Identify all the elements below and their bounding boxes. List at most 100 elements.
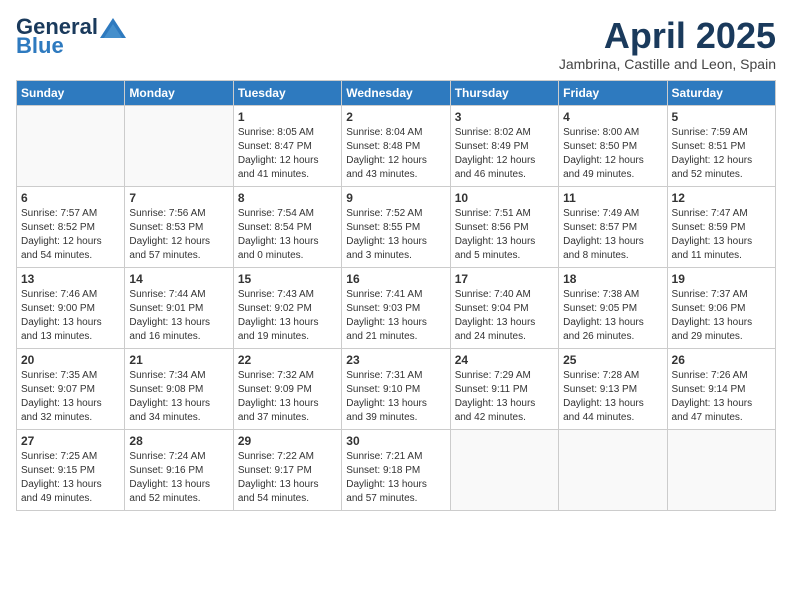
day-number: 17 bbox=[455, 272, 554, 286]
calendar-cell: 25 Sunrise: 7:28 AM Sunset: 9:13 PM Dayli… bbox=[559, 348, 667, 429]
location-subtitle: Jambrina, Castille and Leon, Spain bbox=[559, 56, 776, 72]
day-info: Sunrise: 7:32 AM Sunset: 9:09 PM Dayligh… bbox=[238, 369, 337, 425]
calendar-cell: 21 Sunrise: 7:34 AM Sunset: 9:08 PM Dayli… bbox=[125, 348, 233, 429]
calendar-cell: 24 Sunrise: 7:29 AM Sunset: 9:11 PM Dayli… bbox=[450, 348, 558, 429]
weekday-header-tuesday: Tuesday bbox=[233, 80, 341, 105]
day-info: Sunrise: 7:29 AM Sunset: 9:11 PM Dayligh… bbox=[455, 369, 554, 425]
weekday-header-wednesday: Wednesday bbox=[342, 80, 450, 105]
day-number: 18 bbox=[563, 272, 662, 286]
day-info: Sunrise: 8:02 AM Sunset: 8:49 PM Dayligh… bbox=[455, 126, 554, 182]
day-number: 11 bbox=[563, 191, 662, 205]
page-header: General Blue April 2025 Jambrina, Castil… bbox=[16, 16, 776, 72]
day-number: 21 bbox=[129, 353, 228, 367]
day-info: Sunrise: 7:21 AM Sunset: 9:18 PM Dayligh… bbox=[346, 450, 445, 506]
day-number: 2 bbox=[346, 110, 445, 124]
calendar-cell: 23Sunrise: 7:31 AM Sunset: 9:10 PM Dayli… bbox=[342, 348, 450, 429]
calendar-cell: 28 Sunrise: 7:24 AM Sunset: 9:16 PM Dayli… bbox=[125, 429, 233, 510]
day-info: Sunrise: 8:04 AM Sunset: 8:48 PM Dayligh… bbox=[346, 126, 445, 182]
day-info: Sunrise: 7:59 AM Sunset: 8:51 PM Dayligh… bbox=[672, 126, 771, 182]
day-info: Sunrise: 7:49 AM Sunset: 8:57 PM Dayligh… bbox=[563, 207, 662, 263]
calendar-cell bbox=[559, 429, 667, 510]
calendar-cell: 7 Sunrise: 7:56 AM Sunset: 8:53 PM Daylig… bbox=[125, 186, 233, 267]
day-info: Sunrise: 8:00 AM Sunset: 8:50 PM Dayligh… bbox=[563, 126, 662, 182]
day-info: Sunrise: 7:41 AM Sunset: 9:03 PM Dayligh… bbox=[346, 288, 445, 344]
day-info: Sunrise: 7:57 AM Sunset: 8:52 PM Dayligh… bbox=[21, 207, 120, 263]
day-number: 25 bbox=[563, 353, 662, 367]
day-number: 27 bbox=[21, 434, 120, 448]
day-info: Sunrise: 7:28 AM Sunset: 9:13 PM Dayligh… bbox=[563, 369, 662, 425]
day-number: 28 bbox=[129, 434, 228, 448]
calendar-cell: 13Sunrise: 7:46 AM Sunset: 9:00 PM Dayli… bbox=[17, 267, 125, 348]
logo-general: General bbox=[16, 14, 98, 39]
day-number: 26 bbox=[672, 353, 771, 367]
day-number: 13 bbox=[21, 272, 120, 286]
calendar-cell: 6 Sunrise: 7:57 AM Sunset: 8:52 PM Daylig… bbox=[17, 186, 125, 267]
day-number: 8 bbox=[238, 191, 337, 205]
calendar-cell bbox=[125, 105, 233, 186]
day-number: 30 bbox=[346, 434, 445, 448]
day-number: 1 bbox=[238, 110, 337, 124]
day-number: 3 bbox=[455, 110, 554, 124]
day-info: Sunrise: 7:37 AM Sunset: 9:06 PM Dayligh… bbox=[672, 288, 771, 344]
calendar-cell bbox=[450, 429, 558, 510]
day-info: Sunrise: 7:44 AM Sunset: 9:01 PM Dayligh… bbox=[129, 288, 228, 344]
weekday-header-row: SundayMondayTuesdayWednesdayThursdayFrid… bbox=[17, 80, 776, 105]
day-number: 7 bbox=[129, 191, 228, 205]
day-number: 23 bbox=[346, 353, 445, 367]
day-number: 19 bbox=[672, 272, 771, 286]
calendar-week-5: 27 Sunrise: 7:25 AM Sunset: 9:15 PM Dayli… bbox=[17, 429, 776, 510]
calendar-cell: 20Sunrise: 7:35 AM Sunset: 9:07 PM Dayli… bbox=[17, 348, 125, 429]
calendar-week-1: 1 Sunrise: 8:05 AM Sunset: 8:47 PM Daylig… bbox=[17, 105, 776, 186]
weekday-header-sunday: Sunday bbox=[17, 80, 125, 105]
day-number: 9 bbox=[346, 191, 445, 205]
day-number: 15 bbox=[238, 272, 337, 286]
day-info: Sunrise: 7:52 AM Sunset: 8:55 PM Dayligh… bbox=[346, 207, 445, 263]
day-number: 12 bbox=[672, 191, 771, 205]
calendar-cell: 1 Sunrise: 8:05 AM Sunset: 8:47 PM Daylig… bbox=[233, 105, 341, 186]
calendar-cell: 18 Sunrise: 7:38 AM Sunset: 9:05 PM Dayli… bbox=[559, 267, 667, 348]
calendar-cell: 9 Sunrise: 7:52 AM Sunset: 8:55 PM Daylig… bbox=[342, 186, 450, 267]
calendar-cell: 17 Sunrise: 7:40 AM Sunset: 9:04 PM Dayli… bbox=[450, 267, 558, 348]
day-info: Sunrise: 7:24 AM Sunset: 9:16 PM Dayligh… bbox=[129, 450, 228, 506]
calendar-cell bbox=[667, 429, 775, 510]
day-info: Sunrise: 7:40 AM Sunset: 9:04 PM Dayligh… bbox=[455, 288, 554, 344]
day-number: 29 bbox=[238, 434, 337, 448]
day-info: Sunrise: 7:56 AM Sunset: 8:53 PM Dayligh… bbox=[129, 207, 228, 263]
day-info: Sunrise: 7:34 AM Sunset: 9:08 PM Dayligh… bbox=[129, 369, 228, 425]
calendar-cell: 22 Sunrise: 7:32 AM Sunset: 9:09 PM Dayli… bbox=[233, 348, 341, 429]
day-info: Sunrise: 7:47 AM Sunset: 8:59 PM Dayligh… bbox=[672, 207, 771, 263]
logo: General Blue bbox=[16, 16, 126, 57]
day-info: Sunrise: 7:25 AM Sunset: 9:15 PM Dayligh… bbox=[21, 450, 120, 506]
day-number: 4 bbox=[563, 110, 662, 124]
calendar-week-2: 6 Sunrise: 7:57 AM Sunset: 8:52 PM Daylig… bbox=[17, 186, 776, 267]
day-number: 10 bbox=[455, 191, 554, 205]
calendar-cell: 14 Sunrise: 7:44 AM Sunset: 9:01 PM Dayli… bbox=[125, 267, 233, 348]
day-info: Sunrise: 7:35 AM Sunset: 9:07 PM Dayligh… bbox=[21, 369, 120, 425]
logo-icon bbox=[100, 18, 126, 38]
day-number: 14 bbox=[129, 272, 228, 286]
calendar-cell: 16 Sunrise: 7:41 AM Sunset: 9:03 PM Dayli… bbox=[342, 267, 450, 348]
day-number: 22 bbox=[238, 353, 337, 367]
calendar-week-4: 20Sunrise: 7:35 AM Sunset: 9:07 PM Dayli… bbox=[17, 348, 776, 429]
day-info: Sunrise: 7:54 AM Sunset: 8:54 PM Dayligh… bbox=[238, 207, 337, 263]
calendar-cell: 15Sunrise: 7:43 AM Sunset: 9:02 PM Dayli… bbox=[233, 267, 341, 348]
day-number: 24 bbox=[455, 353, 554, 367]
day-info: Sunrise: 8:05 AM Sunset: 8:47 PM Dayligh… bbox=[238, 126, 337, 182]
weekday-header-thursday: Thursday bbox=[450, 80, 558, 105]
weekday-header-friday: Friday bbox=[559, 80, 667, 105]
day-info: Sunrise: 7:51 AM Sunset: 8:56 PM Dayligh… bbox=[455, 207, 554, 263]
title-block: April 2025 Jambrina, Castille and Leon, … bbox=[559, 16, 776, 72]
day-info: Sunrise: 7:38 AM Sunset: 9:05 PM Dayligh… bbox=[563, 288, 662, 344]
calendar-cell: 30 Sunrise: 7:21 AM Sunset: 9:18 PM Dayli… bbox=[342, 429, 450, 510]
calendar-cell: 27 Sunrise: 7:25 AM Sunset: 9:15 PM Dayli… bbox=[17, 429, 125, 510]
calendar-table: SundayMondayTuesdayWednesdayThursdayFrid… bbox=[16, 80, 776, 511]
calendar-cell: 19 Sunrise: 7:37 AM Sunset: 9:06 PM Dayli… bbox=[667, 267, 775, 348]
day-number: 6 bbox=[21, 191, 120, 205]
calendar-cell: 2 Sunrise: 8:04 AM Sunset: 8:48 PM Daylig… bbox=[342, 105, 450, 186]
calendar-cell: 5Sunrise: 7:59 AM Sunset: 8:51 PM Daylig… bbox=[667, 105, 775, 186]
weekday-header-saturday: Saturday bbox=[667, 80, 775, 105]
day-info: Sunrise: 7:22 AM Sunset: 9:17 PM Dayligh… bbox=[238, 450, 337, 506]
day-info: Sunrise: 7:26 AM Sunset: 9:14 PM Dayligh… bbox=[672, 369, 771, 425]
day-number: 16 bbox=[346, 272, 445, 286]
calendar-cell: 3 Sunrise: 8:02 AM Sunset: 8:49 PM Daylig… bbox=[450, 105, 558, 186]
